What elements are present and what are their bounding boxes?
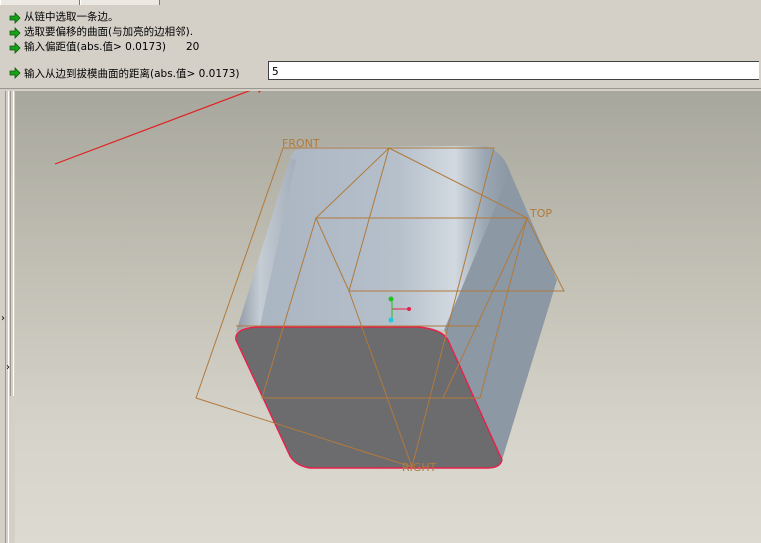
left-panel: › › <box>0 91 15 543</box>
prompt-label: 输入从边到拔模曲面的距离(abs.值> 0.0173) <box>24 67 240 80</box>
panel-sash[interactable] <box>10 91 14 396</box>
expand-right-icon[interactable]: › <box>6 362 10 373</box>
green-arrow-icon <box>9 11 21 24</box>
tab[interactable] <box>0 0 80 5</box>
message-text: 从链中选取一条边。 <box>24 11 119 23</box>
green-arrow-icon <box>9 26 21 39</box>
distance-input[interactable]: 5 <box>268 61 759 80</box>
message-value: 20 <box>185 41 200 53</box>
message-text: 输入偏距值(abs.值> 0.0173) <box>24 41 166 53</box>
model-scene: FRONT TOP RIGHT <box>54 91 565 474</box>
message-text: 选取要偏移的曲面(与加亮的边相邻). <box>24 26 194 38</box>
front-datum-label: FRONT <box>282 137 320 150</box>
panel-sash[interactable] <box>5 91 9 543</box>
tab[interactable] <box>80 0 160 5</box>
green-arrow-icon <box>9 41 21 54</box>
right-datum-label: RIGHT <box>402 461 437 474</box>
prompt-row: 输入从边到拔模曲面的距离(abs.值> 0.0173) <box>9 63 239 83</box>
annotation-arrow <box>54 91 261 165</box>
message-line: 选取要偏移的曲面(与加亮的边相邻). <box>9 25 199 40</box>
graphics-window[interactable]: FRONT TOP RIGHT <box>15 91 761 543</box>
green-arrow-icon <box>9 67 21 79</box>
message-log: 从链中选取一条边。 选取要偏移的曲面(与加亮的边相邻). 输入偏距值(abs.值… <box>9 10 199 55</box>
expand-right-icon[interactable]: › <box>1 313 5 324</box>
message-line: 从链中选取一条边。 <box>9 10 199 25</box>
message-line: 输入偏距值(abs.值> 0.0173) 20 <box>9 40 199 55</box>
top-datum-label: TOP <box>529 207 552 220</box>
